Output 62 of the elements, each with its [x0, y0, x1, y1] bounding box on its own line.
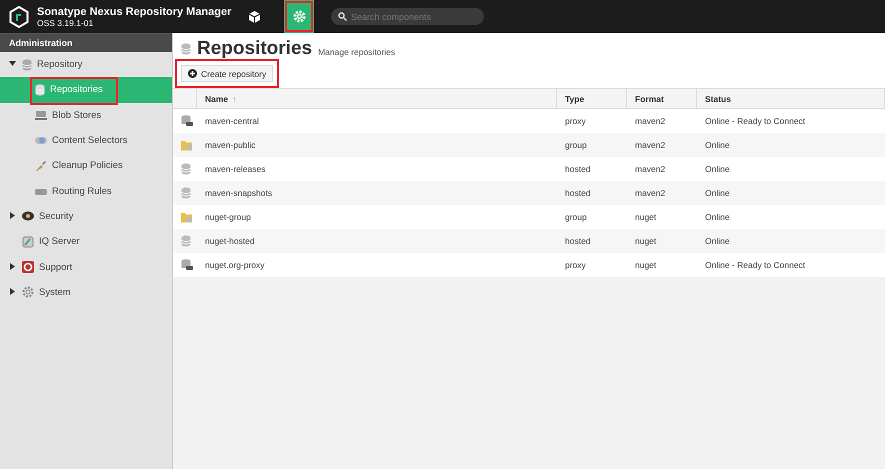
- sidebar-item[interactable]: IQ Server: [0, 229, 172, 254]
- caret-right-icon: [9, 212, 16, 219]
- table-cell: nuget-hosted: [197, 229, 557, 253]
- brush-icon: [35, 160, 47, 172]
- database-icon: [181, 43, 191, 55]
- admin-button[interactable]: [284, 0, 314, 33]
- column-header[interactable]: Name ↑: [197, 88, 557, 109]
- sidebar-item[interactable]: Support: [0, 254, 172, 280]
- sidebar-item[interactable]: Blob Stores: [0, 102, 172, 128]
- table-cell: maven-public: [197, 133, 557, 157]
- search-input[interactable]: Search components: [351, 12, 476, 22]
- table-cell: group: [557, 133, 627, 157]
- database-icon: [35, 84, 45, 96]
- lifebuoy-icon: [22, 261, 34, 274]
- search-icon: [338, 12, 347, 21]
- toggle-icon: [35, 136, 47, 146]
- database-icon: [181, 163, 191, 175]
- database-icon: [22, 58, 32, 71]
- cube-icon: [248, 10, 260, 24]
- column-header[interactable]: Status: [697, 88, 885, 109]
- create-repository-button[interactable]: Create repository: [181, 65, 274, 82]
- column-header[interactable]: Type: [557, 88, 627, 109]
- sidebar-item[interactable]: Cleanup Policies: [0, 153, 172, 178]
- search-field[interactable]: Search components: [331, 8, 484, 25]
- table-cell: Online: [697, 181, 885, 205]
- gear-icon: [22, 286, 34, 298]
- page-title: Repositories: [197, 38, 312, 60]
- caret-right-icon: [9, 288, 16, 295]
- table-cell: hosted: [557, 181, 627, 205]
- table-cell: Online: [697, 229, 885, 253]
- table-cell: Online: [697, 133, 885, 157]
- table-cell: maven2: [627, 133, 697, 157]
- app-title: Sonatype Nexus Repository Manager: [37, 6, 232, 18]
- sidebar-item[interactable]: Routing Rules: [0, 178, 172, 204]
- drive-icon: [35, 186, 47, 196]
- sidebar-item[interactable]: Content Selectors: [0, 128, 172, 154]
- sidebar-item[interactable]: Repository: [0, 52, 172, 78]
- table-cell: nuget: [627, 229, 697, 253]
- version-label: OSS 3.19.1-01: [37, 18, 94, 28]
- table-cell: maven2: [627, 181, 697, 205]
- badge-icon: [22, 211, 34, 222]
- gear-icon: [292, 10, 306, 23]
- sidebar-item[interactable]: System: [0, 280, 172, 305]
- folder-icon: [181, 140, 193, 150]
- sort-indicator: ↑: [232, 94, 236, 104]
- server-icon: [181, 259, 193, 271]
- server-icon: [181, 115, 193, 127]
- database-icon: [181, 235, 191, 247]
- caret-down-icon: [9, 60, 16, 68]
- folder-icon: [181, 212, 193, 222]
- caret-right-icon: [9, 262, 16, 270]
- server-icon: [35, 110, 47, 121]
- iq-icon: [22, 236, 34, 248]
- column-header[interactable]: Format: [627, 88, 697, 109]
- plus-icon: [188, 69, 197, 78]
- table-cell: hosted: [557, 229, 627, 253]
- sidebar-item[interactable]: Security: [0, 204, 172, 230]
- hexagon-logo-icon: [9, 6, 29, 28]
- sidebar-header: Administration: [0, 34, 172, 52]
- page-subtitle: Manage repositories: [318, 47, 396, 57]
- table-cell: maven-snapshots: [197, 181, 557, 205]
- database-icon: [181, 187, 191, 199]
